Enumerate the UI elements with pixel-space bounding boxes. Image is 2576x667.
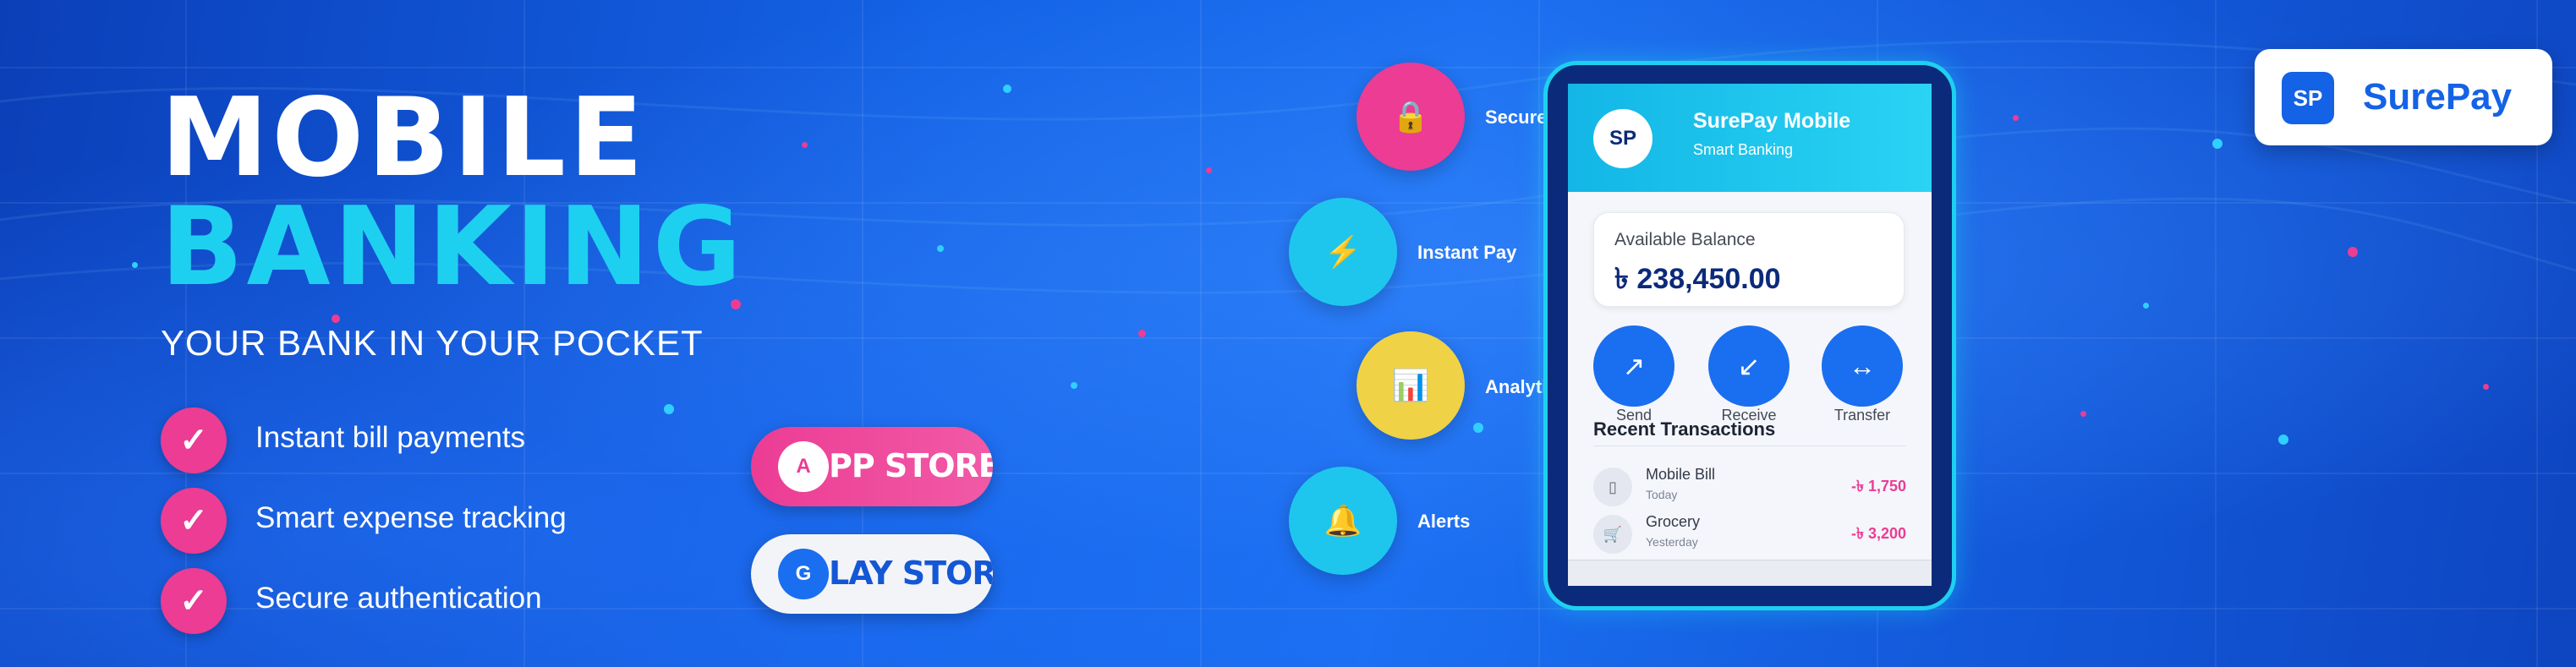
balance-card: Available Balance ৳ 238,450.00	[1593, 212, 1905, 307]
send-button[interactable]: ↗ Send	[1593, 325, 1674, 424]
particle-dot	[2013, 115, 2019, 121]
chart-icon: 📊	[1357, 331, 1465, 440]
transfer-label: Transfer	[1833, 407, 1891, 424]
particle-dot	[132, 262, 138, 268]
cart-icon: 🛒	[1593, 515, 1632, 554]
transaction-date: Yesterday	[1646, 535, 1698, 549]
particle-dot	[1473, 423, 1483, 433]
transaction-row[interactable]: ▯ Mobile Bill Today -৳ 1,750	[1593, 464, 1906, 508]
avatar: SP	[1593, 109, 1652, 168]
phone-icon: ▯	[1593, 467, 1632, 506]
feature-text: Secure authentication	[255, 582, 542, 615]
particle-dot	[1206, 167, 1212, 173]
feature-text: Instant bill payments	[255, 421, 526, 454]
checkmark-icon: ✓	[161, 568, 227, 634]
particle-dot	[2080, 411, 2086, 417]
transaction-row[interactable]: 🛒 Grocery Yesterday -৳ 3,200	[1593, 511, 1906, 555]
play-store-icon: G	[778, 549, 829, 599]
send-icon: ↗	[1593, 325, 1674, 407]
particle-dot	[2483, 384, 2489, 390]
headline-line2: BANKING	[161, 184, 745, 310]
play-store-button[interactable]: G LAY STORE	[751, 534, 993, 614]
transaction-amount: -৳ 3,200	[1850, 525, 1906, 542]
lock-icon: 🔒	[1357, 63, 1465, 171]
particle-dot	[332, 314, 340, 323]
logo-text: SurePay	[2363, 76, 2513, 118]
logo-badge: SP	[2282, 72, 2334, 124]
particle-dot	[2278, 435, 2288, 445]
particle-dot	[1138, 330, 1146, 337]
transfer-button[interactable]: ↔ Transfer	[1822, 325, 1903, 424]
receive-button[interactable]: ↙ Receive	[1708, 325, 1789, 424]
banner: MOBILE BANKING YOUR BANK IN YOUR POCKET …	[0, 0, 2576, 667]
bell-icon: 🔔	[1289, 467, 1397, 575]
transaction-date: Today	[1646, 488, 1678, 501]
transaction-amount: -৳ 1,750	[1850, 478, 1906, 495]
app-name: SurePay Mobile	[1693, 109, 1851, 133]
receive-icon: ↙	[1708, 325, 1789, 407]
recent-transactions-title: Recent Transactions	[1593, 418, 1776, 440]
particle-dot	[1003, 85, 1011, 93]
particle-dot	[937, 245, 944, 252]
particle-dot	[2348, 247, 2358, 257]
particle-dot	[2212, 139, 2222, 149]
particle-dot	[1071, 382, 1077, 389]
lightning-icon: ⚡	[1289, 198, 1397, 306]
checkmark-icon: ✓	[161, 407, 227, 473]
app-store-button[interactable]: A PP STORE	[751, 427, 993, 506]
bubble-label-instant-pay: Instant Pay	[1417, 242, 1517, 263]
app-header: SP SurePay Mobile Smart Banking	[1568, 84, 1932, 192]
play-store-label: LAY STORE	[829, 555, 993, 592]
app-store-label: PP STORE	[829, 447, 993, 484]
transfer-icon: ↔	[1822, 325, 1903, 407]
particle-dot	[664, 404, 674, 414]
transaction-name: Grocery	[1646, 513, 1701, 530]
phone-mockup: SP SurePay Mobile Smart Banking Availabl…	[1543, 61, 1956, 610]
app-store-icon: A	[778, 441, 829, 492]
bottom-bar	[1568, 560, 1932, 586]
balance-label: Available Balance	[1614, 230, 1756, 249]
phone-screen: SP SurePay Mobile Smart Banking Availabl…	[1568, 84, 1932, 586]
headline: MOBILE BANKING	[161, 85, 745, 303]
balance-amount: ৳ 238,450.00	[1614, 263, 1781, 295]
app-subtitle: Smart Banking	[1693, 141, 1794, 158]
transaction-name: Mobile Bill	[1646, 466, 1716, 483]
feature-text: Smart expense tracking	[255, 501, 567, 534]
particle-dot	[2143, 303, 2149, 309]
tagline: YOUR BANK IN YOUR POCKET	[161, 323, 704, 363]
checkmark-icon: ✓	[161, 488, 227, 554]
brand-logo: SP SurePay	[2255, 49, 2552, 145]
particle-dot	[802, 142, 808, 148]
bubble-label-alerts: Alerts	[1417, 511, 1471, 532]
headline-line1: MOBILE	[161, 75, 647, 201]
